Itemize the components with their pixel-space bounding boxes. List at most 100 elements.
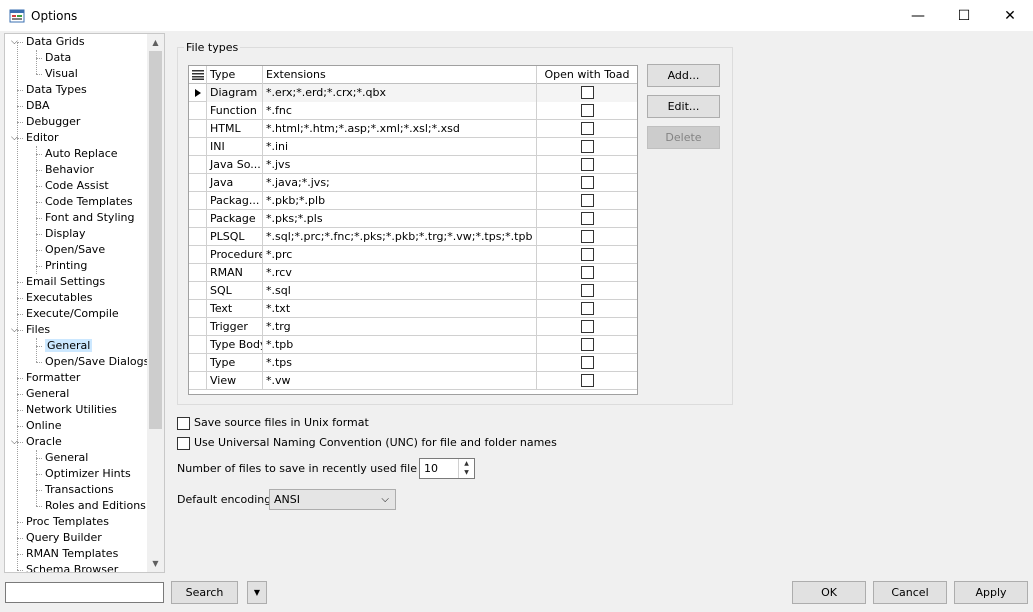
table-row[interactable]: Text *.txt [189,300,637,318]
extensions-cell[interactable]: *.fnc [263,102,537,120]
add-button[interactable]: Add... [647,64,720,87]
open-with-toad-cell[interactable] [537,120,637,138]
extensions-cell[interactable]: *.html;*.htm;*.asp;*.xml;*.xsl;*.xsd [263,120,537,138]
open-with-toad-cell[interactable] [537,300,637,318]
type-cell[interactable]: Trigger [207,318,263,336]
type-cell[interactable]: Procedure [207,246,263,264]
tree-item[interactable]: Transactions [45,482,114,498]
search-options-dropdown[interactable]: ▼ [247,581,267,604]
extensions-cell[interactable]: *.jvs [263,156,537,174]
tree-item[interactable]: Data [45,50,71,66]
default-encoding-select[interactable]: ANSI ⌵ [269,489,396,510]
tree-item[interactable]: Behavior [45,162,94,178]
open-with-toad-cell[interactable] [537,354,637,372]
options-tree[interactable]: Data Grids ⌵ Data Visual Data Types DBA Debugg… [4,33,165,573]
extensions-cell[interactable]: *.trg [263,318,537,336]
tree-item[interactable]: Editor [26,130,59,146]
extensions-cell[interactable]: *.tps [263,354,537,372]
open-with-toad-checkbox[interactable] [580,283,594,297]
type-cell[interactable]: SQL [207,282,263,300]
search-input[interactable] [5,582,164,603]
extensions-cell[interactable]: *.pks;*.pls [263,210,537,228]
tree-item[interactable]: Proc Templates [26,514,109,530]
unc-option[interactable]: Use Universal Naming Convention (UNC) fo… [177,435,557,451]
type-cell[interactable]: Java [207,174,263,192]
tree-item[interactable]: Display [45,226,86,242]
extensions-cell[interactable]: *.erx;*.erd;*.crx;*.qbx [263,84,537,102]
maximize-button[interactable]: ☐ [941,0,987,31]
tree-item[interactable]: Files [26,322,50,338]
table-row[interactable]: Diagram *.erx;*.erd;*.crx;*.qbx [189,84,637,102]
tree-item[interactable]: Roles and Editions [45,498,146,514]
table-row[interactable]: Trigger *.trg [189,318,637,336]
delete-button[interactable]: Delete [647,126,720,149]
open-with-toad-checkbox[interactable] [580,265,594,279]
tree-item[interactable]: Debugger [26,114,80,130]
tree-item[interactable]: Execute/Compile [26,306,119,322]
open-with-toad-checkbox[interactable] [580,373,594,387]
type-cell[interactable]: HTML [207,120,263,138]
tree-item[interactable]: Printing [45,258,87,274]
type-cell[interactable]: Java So... [207,156,263,174]
recent-files-value[interactable]: 10 [424,459,438,478]
open-with-toad-cell[interactable] [537,156,637,174]
table-row[interactable]: HTML *.html;*.htm;*.asp;*.xml;*.xsl;*.xsd [189,120,637,138]
extensions-cell[interactable]: *.txt [263,300,537,318]
open-with-toad-cell[interactable] [537,102,637,120]
table-row[interactable]: PLSQL *.sql;*.prc;*.fnc;*.pks;*.pkb;*.trg… [189,228,637,246]
open-with-toad-checkbox[interactable] [580,337,594,351]
table-row[interactable]: RMAN *.rcv [189,264,637,282]
tree-item[interactable]: Schema Browser [26,562,118,572]
type-cell[interactable]: INI [207,138,263,156]
minimize-button[interactable]: — [895,0,941,31]
open-with-toad-checkbox[interactable] [580,229,594,243]
type-cell[interactable]: Function [207,102,263,120]
open-with-toad-cell[interactable] [537,210,637,228]
extensions-cell[interactable]: *.pkb;*.plb [263,192,537,210]
tree-item[interactable]: Optimizer Hints [45,466,131,482]
extensions-cell[interactable]: *.tpb [263,336,537,354]
table-row[interactable]: Type *.tps [189,354,637,372]
tree-scrollbar[interactable]: ▲ ▼ [147,34,164,572]
extensions-cell[interactable]: *.vw [263,372,537,390]
open-with-toad-cell[interactable] [537,192,637,210]
ok-button[interactable]: OK [792,581,866,604]
spin-down-icon[interactable]: ▼ [459,468,474,477]
open-with-toad-checkbox[interactable] [580,211,594,225]
tree-item[interactable]: General [45,338,93,354]
open-with-toad-checkbox[interactable] [580,319,594,333]
tree-item[interactable]: Email Settings [26,274,105,290]
scroll-up-icon[interactable]: ▲ [147,34,164,51]
column-header-type[interactable]: Type [207,66,263,84]
type-cell[interactable]: Packag... [207,192,263,210]
tree-item[interactable]: Font and Styling [45,210,135,226]
edit-button[interactable]: Edit... [647,95,720,118]
scroll-thumb[interactable] [149,51,162,429]
unc-checkbox[interactable] [177,436,190,450]
type-cell[interactable]: View [207,372,263,390]
recent-files-spinner[interactable]: 10 ▲ ▼ [419,458,475,479]
tree-item[interactable]: Data Grids [26,34,85,50]
open-with-toad-cell[interactable] [537,138,637,156]
open-with-toad-checkbox[interactable] [580,85,594,99]
open-with-toad-checkbox[interactable] [580,247,594,261]
table-row[interactable]: View *.vw [189,372,637,390]
open-with-toad-checkbox[interactable] [580,139,594,153]
apply-button[interactable]: Apply [954,581,1028,604]
tree-item[interactable]: Code Assist [45,178,109,194]
extensions-cell[interactable]: *.java;*.jvs; [263,174,537,192]
tree-item[interactable]: Formatter [26,370,80,386]
extensions-cell[interactable]: *.ini [263,138,537,156]
tree-item[interactable]: RMAN Templates [26,546,118,562]
table-row[interactable]: Packag... *.pkb;*.plb [189,192,637,210]
type-cell[interactable]: Diagram [207,84,263,102]
search-button[interactable]: Search [171,581,238,604]
open-with-toad-cell[interactable] [537,174,637,192]
table-row[interactable]: Java *.java;*.jvs; [189,174,637,192]
column-header-open-with-toad[interactable]: Open with Toad [537,66,637,84]
tree-item[interactable]: Query Builder [26,530,102,546]
type-cell[interactable]: RMAN [207,264,263,282]
unix-format-checkbox[interactable] [177,416,190,430]
table-row[interactable]: INI *.ini [189,138,637,156]
extensions-cell[interactable]: *.rcv [263,264,537,282]
